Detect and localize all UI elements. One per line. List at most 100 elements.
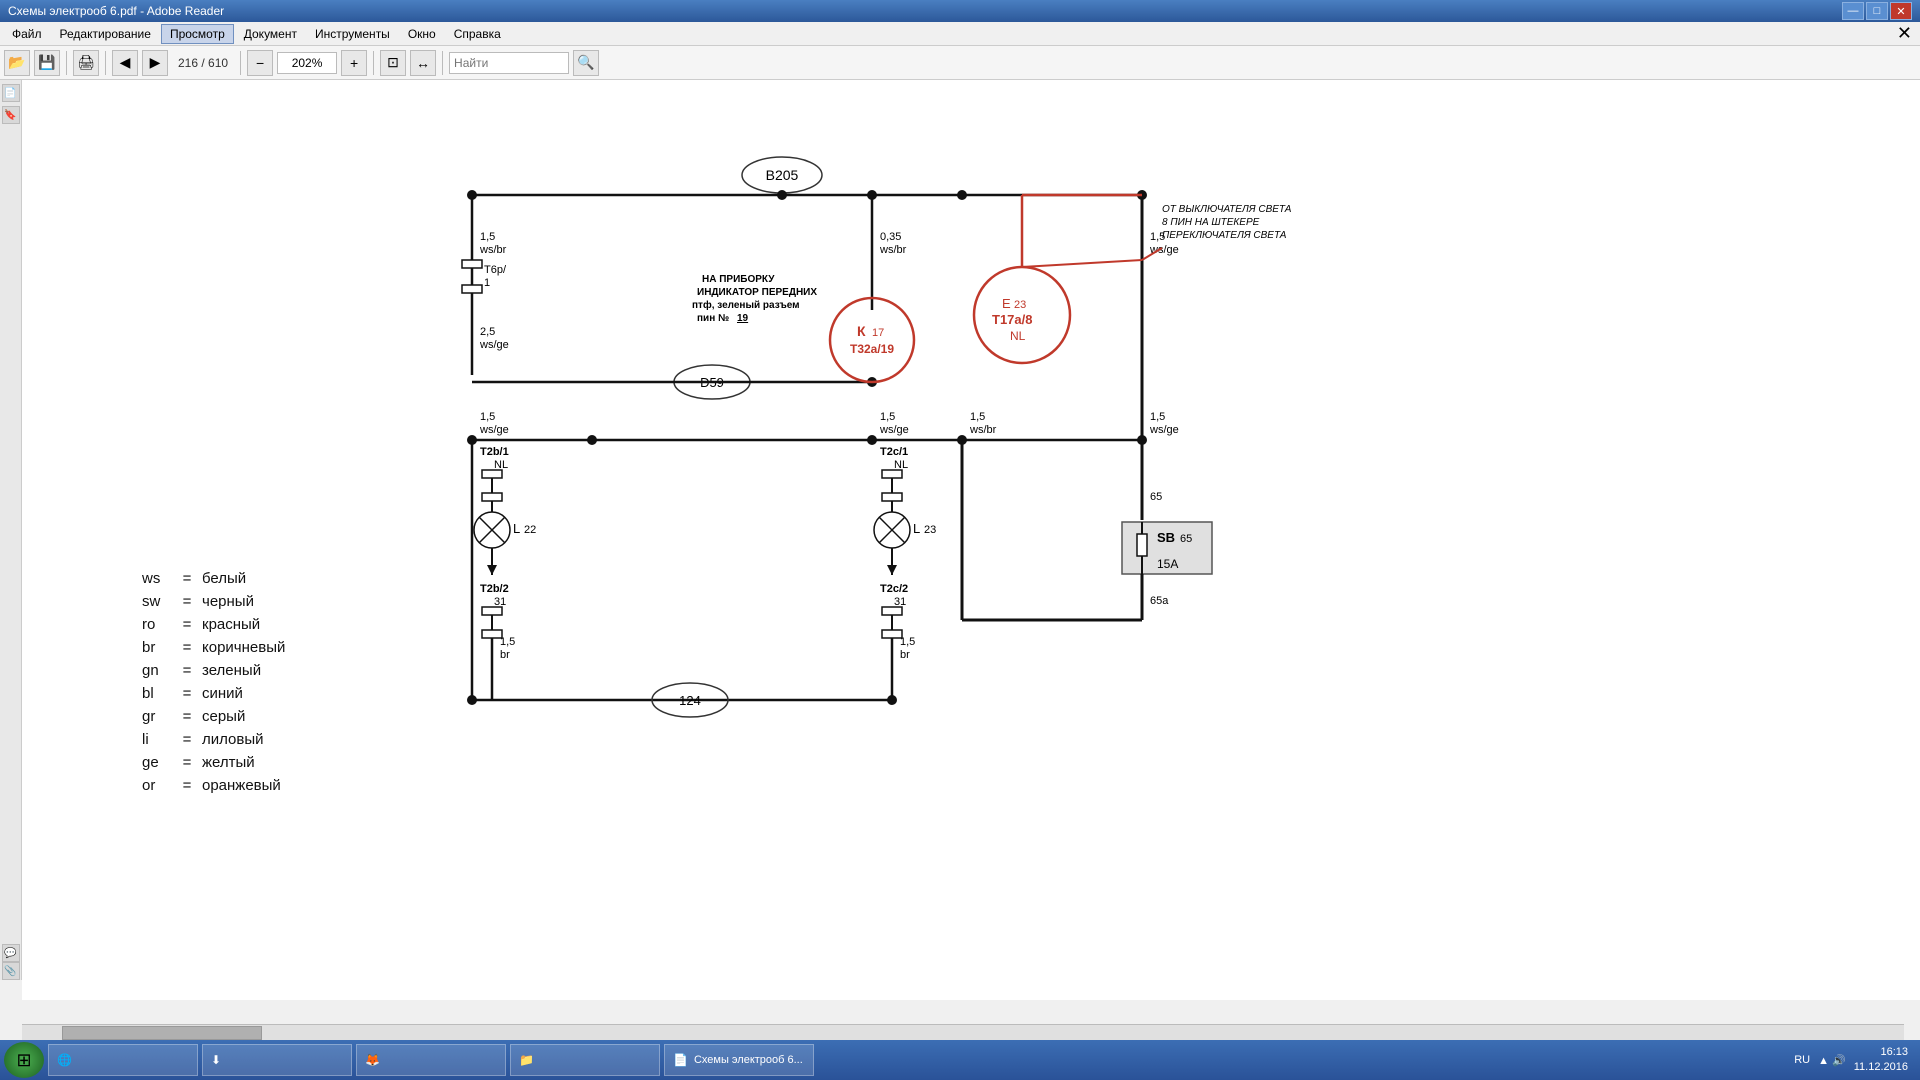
menu-window[interactable]: Окно [400, 25, 444, 43]
L23-sub: 23 [924, 524, 936, 536]
taskbar-pdf[interactable]: 📄 Схемы электрооб 6... [664, 1044, 814, 1076]
T2b1-bot [482, 493, 502, 501]
separator-1 [66, 51, 67, 75]
taskbar: ⊞ 🌐 ⬇ 🦊 📁 📄 Схемы электрооб 6... RU ▲ 🔊 … [0, 1040, 1920, 1080]
L22-sub: 22 [524, 524, 536, 536]
T2b1-label: Т2b/1 [480, 446, 509, 458]
sidebar-comment-button[interactable]: 💬 [2, 944, 20, 962]
taskbar-browser2[interactable]: 🦊 [356, 1044, 506, 1076]
minimize-button[interactable]: — [1842, 2, 1864, 20]
fit-width-button[interactable]: ↔ [410, 50, 436, 76]
wire-label-1b: ws/br [479, 244, 507, 256]
zoom-out-button[interactable]: − [247, 50, 273, 76]
close-button[interactable]: ✕ [1890, 2, 1912, 20]
wire-mid-1b: ws/ge [479, 424, 509, 436]
T2b1-NL: NL [494, 459, 508, 471]
close-panel-button[interactable]: ✕ [1897, 23, 1916, 44]
T2c2-31: 31 [894, 596, 906, 608]
pdf-icon: 📄 [673, 1053, 688, 1067]
T6p1-label2: 1 [484, 277, 490, 289]
save-button[interactable]: 💾 [34, 50, 60, 76]
legend-sw: sw = черный [142, 593, 285, 610]
wire-mid-4: 1,5 [1150, 411, 1165, 423]
legend-gn: gn = зеленый [142, 662, 285, 679]
taskbar-right: RU ▲ 🔊 16:13 11.12.2016 [1794, 1045, 1916, 1076]
sidebar-attach-button[interactable]: 📎 [2, 962, 20, 980]
menu-help[interactable]: Справка [446, 25, 509, 43]
sidebar-bookmarks-button[interactable]: 🔖 [2, 106, 20, 124]
legend-br: br = коричневый [142, 639, 285, 656]
left-sidebar: 📄 🔖 💬 📎 [0, 80, 22, 980]
open-button[interactable]: 📂 [4, 50, 30, 76]
center-note-3: птф, зеленый разъем [692, 299, 800, 311]
T2c2-top [882, 607, 902, 615]
T2c2-label: Т2c/2 [880, 583, 908, 595]
menu-file[interactable]: Файл [4, 25, 50, 43]
browser2-icon: 🦊 [365, 1053, 380, 1067]
legend-ro: ro = красный [142, 616, 285, 633]
next-page-button[interactable]: ▶ [142, 50, 168, 76]
D124-label: 124 [679, 693, 701, 708]
start-button[interactable]: ⊞ [4, 1042, 44, 1078]
pdf-content: ws = белый sw = черный ro = красный br =… [22, 80, 1920, 1000]
center-note-5: 19 [737, 313, 749, 324]
separator-4 [373, 51, 374, 75]
menu-edit[interactable]: Редактирование [52, 25, 159, 43]
T2b2-31: 31 [494, 596, 506, 608]
dot-top-mid3 [957, 190, 967, 200]
dot-mid-2 [867, 435, 877, 445]
search-button[interactable]: 🔍 [573, 50, 599, 76]
print-button[interactable]: 🖨 [73, 50, 99, 76]
zoom-in-button[interactable]: + [341, 50, 367, 76]
fit-page-button[interactable]: ⊡ [380, 50, 406, 76]
wire-label-1: 1,5 [480, 231, 495, 243]
electrical-diagram: В205 1,5 ws/br Т6р/ 1 2,5 ws/ge [422, 140, 1322, 920]
torrent-icon: ⬇ [211, 1053, 221, 1067]
center-note-1: НА ПРИБОРКУ [702, 274, 775, 285]
zoom-input[interactable] [277, 52, 337, 74]
system-tray: ▲ 🔊 [1818, 1054, 1846, 1067]
SB65-sub: 65 [1180, 533, 1192, 545]
clock-time: 16:13 [1854, 1045, 1908, 1060]
title-bar: Схемы электрооб 6.pdf - Adobe Reader — □… [0, 0, 1920, 22]
scrollbar-bottom[interactable] [22, 1024, 1904, 1040]
window-controls[interactable]: — □ ✕ [1842, 2, 1912, 20]
SB65-15A: 15А [1157, 557, 1178, 571]
NL-label: NL [1010, 329, 1026, 343]
separator-2 [105, 51, 106, 75]
search-input[interactable] [449, 52, 569, 74]
dot-bot-right [887, 695, 897, 705]
page-info: 216 / 610 [172, 56, 234, 70]
menu-tools[interactable]: Инструменты [307, 25, 398, 43]
note-line2 [1022, 260, 1142, 267]
menu-document[interactable]: Документ [236, 25, 305, 43]
T17a8-label: Т17а/8 [992, 312, 1032, 327]
menu-view[interactable]: Просмотр [161, 24, 234, 44]
scroll-thumb-bottom[interactable] [62, 1026, 262, 1040]
wire-label-2b: ws/ge [479, 339, 509, 351]
T2b1-top [482, 470, 502, 478]
T2c2-bot [882, 630, 902, 638]
clock: 16:13 11.12.2016 [1854, 1045, 1908, 1076]
taskbar-torrent[interactable]: ⬇ [202, 1044, 352, 1076]
legend-ws: ws = белый [142, 570, 285, 587]
K17-label: К [857, 323, 866, 339]
wire-bot-1: 1,5 [500, 636, 515, 648]
L22-arrow [487, 565, 497, 575]
E23-sub: 23 [1014, 299, 1026, 311]
taskbar-files[interactable]: 📁 [510, 1044, 660, 1076]
sidebar-pages-button[interactable]: 📄 [2, 84, 20, 102]
note-right-1: ОТ ВЫКЛЮЧАТЕЛЯ СВЕТА [1162, 204, 1292, 215]
L23-label: L [913, 521, 920, 536]
prev-page-button[interactable]: ◀ [112, 50, 138, 76]
maximize-button[interactable]: □ [1866, 2, 1888, 20]
T6p1-bottom-contact [462, 285, 482, 293]
L22-label: L [513, 521, 520, 536]
T32a19-label: Т32а/19 [850, 342, 894, 356]
fuse-rect [1137, 534, 1147, 556]
wire-bot-2b: br [900, 649, 910, 661]
legend-ge: ge = желтый [142, 754, 285, 771]
color-legend: ws = белый sw = черный ro = красный br =… [142, 570, 285, 800]
window-title: Схемы электрооб 6.pdf - Adobe Reader [8, 4, 224, 18]
taskbar-ie[interactable]: 🌐 [48, 1044, 198, 1076]
